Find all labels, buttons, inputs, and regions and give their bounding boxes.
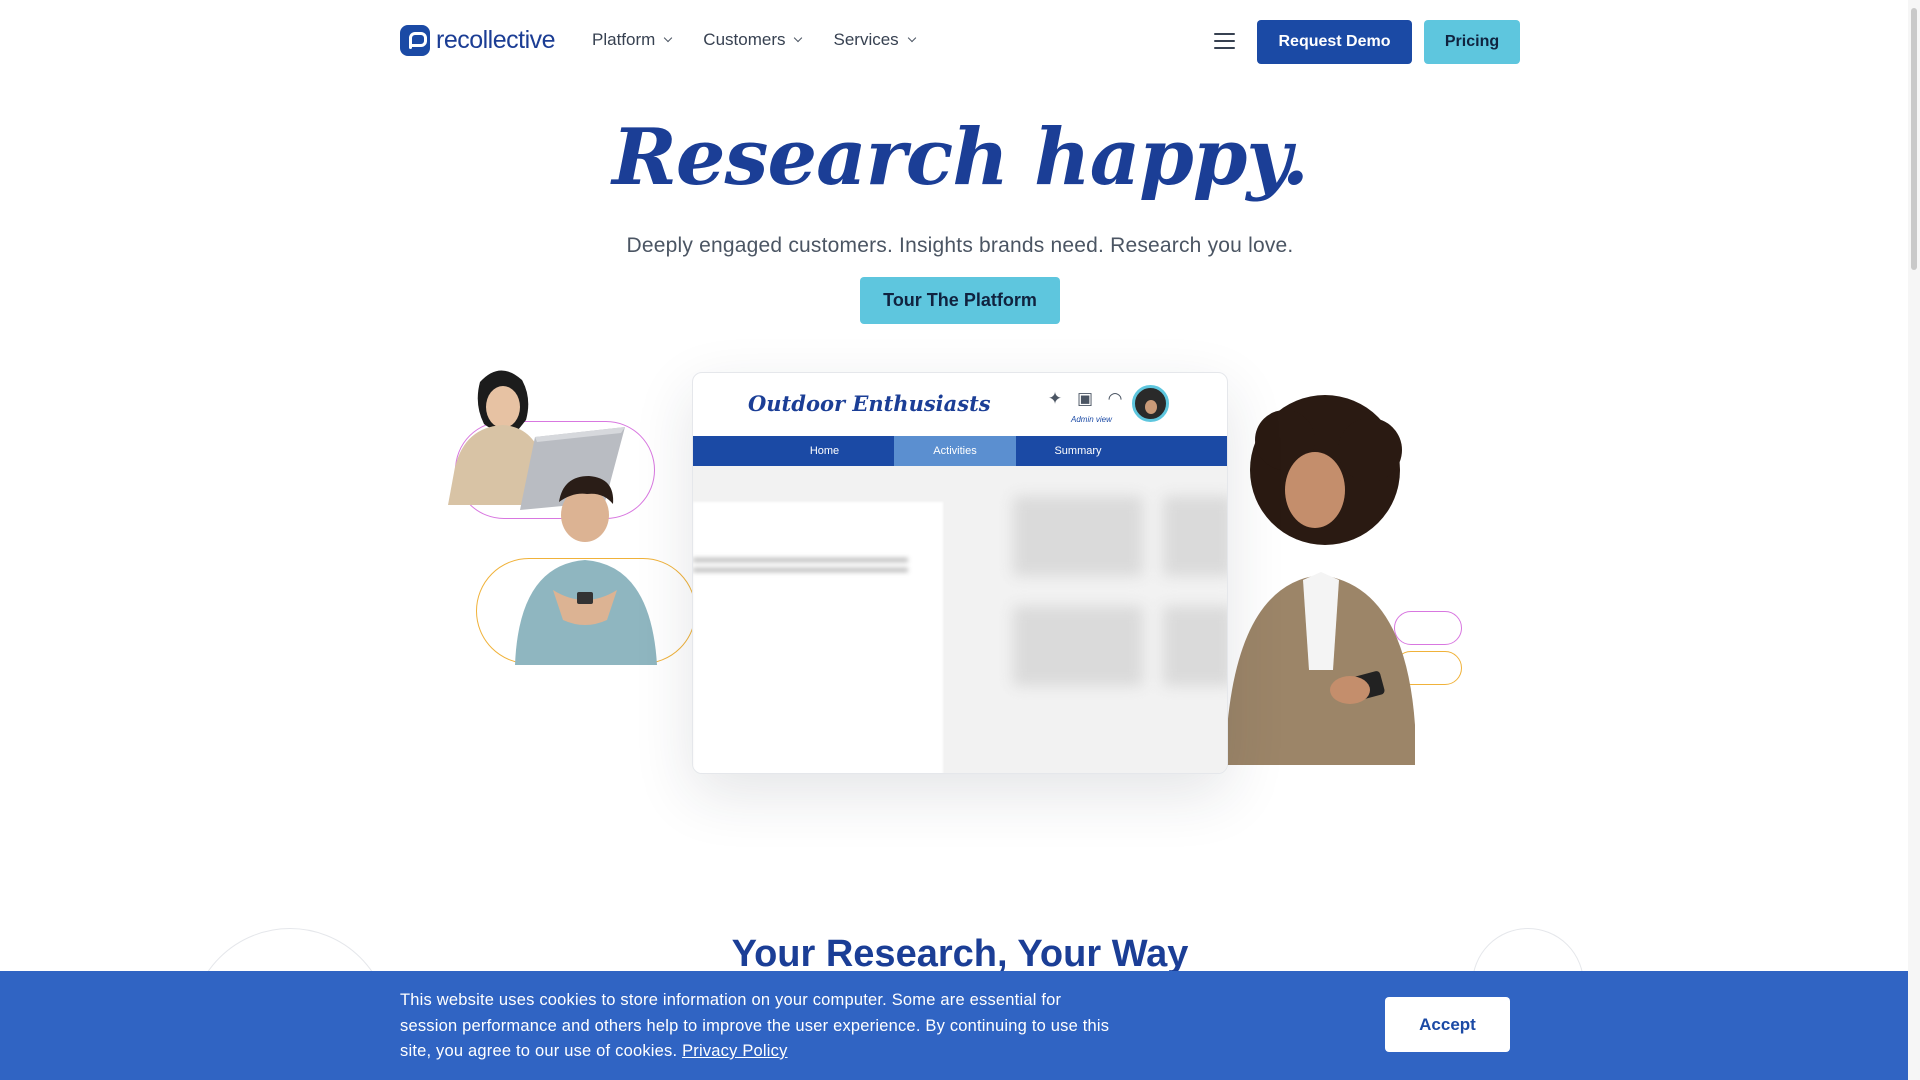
nav-services-label: Services [833, 30, 899, 49]
scrollbar[interactable] [1908, 0, 1920, 1080]
blurred-panel [693, 502, 943, 773]
businesswoman-image [1225, 395, 1415, 765]
avatar[interactable] [1132, 385, 1169, 422]
tab-home[interactable]: Home [763, 436, 886, 466]
scrollbar-thumb[interactable] [1911, 8, 1917, 270]
admin-view-label[interactable]: Admin view [1071, 415, 1112, 424]
hero-subtitle: Deeply engaged customers. Insights brand… [626, 234, 1294, 257]
cookie-message: This website uses cookies to store infor… [400, 988, 1120, 1065]
hero-title: Research happy. [612, 112, 1309, 203]
logo-icon [400, 25, 430, 56]
mockup-content [693, 466, 1227, 773]
chevron-down-icon [664, 33, 673, 43]
site-header: recollective Platform Customers Services… [0, 0, 1908, 84]
logo-text: recollective [436, 26, 556, 54]
chevron-down-icon [907, 33, 916, 43]
privacy-policy-link[interactable]: Privacy Policy [682, 1042, 788, 1060]
mockup-toolbar: ✦ ▣ ◠ [1045, 389, 1125, 409]
bell-icon[interactable]: ◠ [1105, 389, 1125, 409]
nav-services[interactable]: Services [833, 30, 916, 50]
nav-customers-label: Customers [703, 30, 786, 49]
photos-icon[interactable]: ▣ [1075, 389, 1095, 409]
section-title: Your Research, Your Way [731, 933, 1189, 975]
blurred-cards [1013, 496, 1227, 706]
hamburger-icon[interactable] [1214, 33, 1235, 49]
sparkle-icon[interactable]: ✦ [1045, 389, 1065, 409]
tour-platform-button[interactable]: Tour The Platform [860, 277, 1060, 324]
tab-summary[interactable]: Summary [1016, 436, 1140, 466]
pricing-button[interactable]: Pricing [1424, 20, 1520, 64]
community-title: Outdoor Enthusiasts [748, 391, 991, 416]
platform-mockup: Outdoor Enthusiasts ✦ ▣ ◠ Admin view Hom… [692, 372, 1228, 774]
nav-customers[interactable]: Customers [703, 30, 803, 50]
chevron-down-icon [794, 33, 803, 43]
mockup-tabs: Home Activities Summary [693, 436, 1227, 466]
nav-platform-label: Platform [592, 30, 656, 49]
request-demo-button[interactable]: Request Demo [1257, 20, 1412, 64]
cookie-banner: This website uses cookies to store infor… [0, 971, 1908, 1080]
main-nav: Platform Customers Services [592, 30, 947, 50]
nav-platform[interactable]: Platform [592, 30, 673, 50]
logo[interactable]: recollective [400, 25, 556, 56]
accept-cookies-button[interactable]: Accept [1385, 997, 1510, 1052]
tab-activities[interactable]: Activities [894, 436, 1016, 466]
man-with-phone-image [515, 476, 657, 665]
